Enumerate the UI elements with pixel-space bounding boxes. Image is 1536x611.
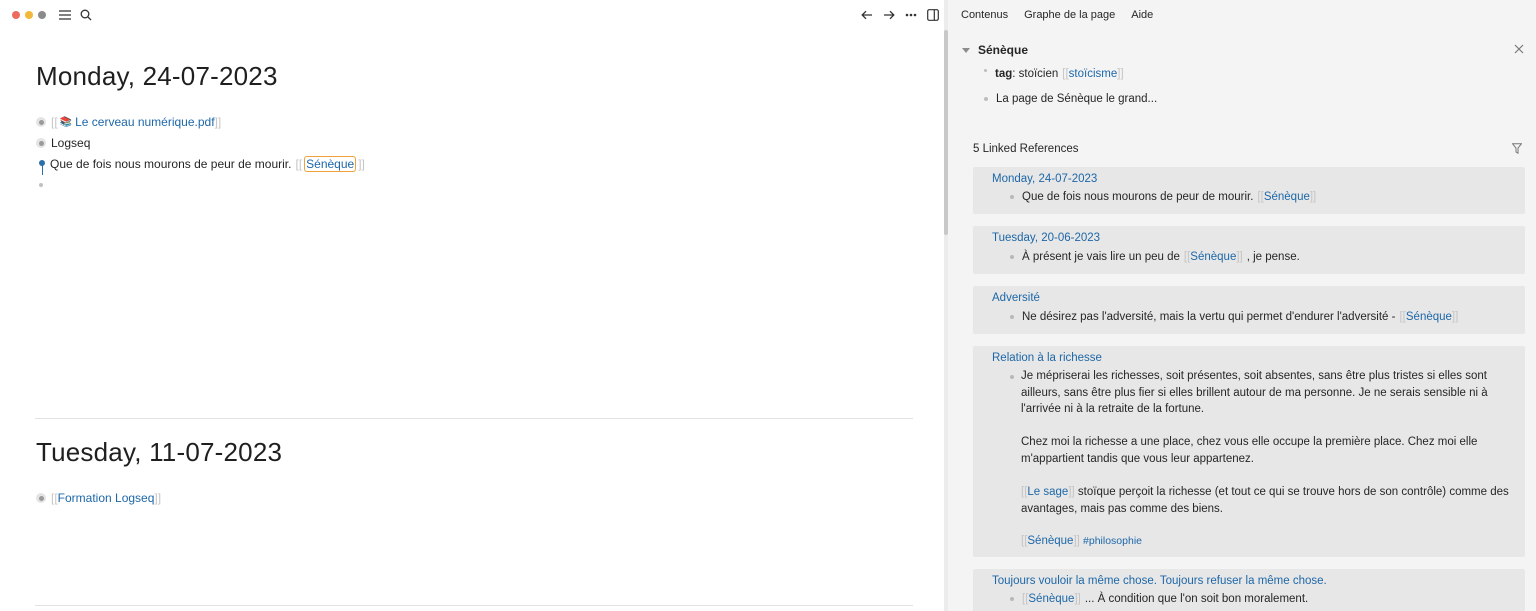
reference-card: Relation à la richesse Je mépriserai les… [973, 346, 1525, 557]
page-link[interactable]: Sénèque [1264, 191, 1310, 203]
block-text[interactable]: stoïque perçoit la richesse (et tout ce … [1021, 486, 1509, 515]
block-bullet[interactable] [36, 180, 46, 190]
block-bullet[interactable] [36, 117, 46, 127]
block-text-suffix[interactable]: , je pense. [1247, 251, 1300, 263]
block-paragraph[interactable]: [[Sénèque]] #philosophie [1021, 533, 1511, 550]
link-bracket: ]] [1309, 191, 1317, 203]
page-link[interactable]: Formation Logseq [58, 491, 155, 505]
book-icon: 📚 [59, 116, 73, 128]
block-bullet[interactable] [1010, 255, 1014, 259]
reference-block[interactable]: [[ Sénèque ]] ... À condition que l'on s… [1010, 591, 1308, 607]
collapse-caret-icon[interactable] [962, 47, 970, 53]
block-paragraph[interactable]: Je mépriserai les richesses, soit présen… [1021, 368, 1511, 418]
reference-title[interactable]: Tuesday, 20-06-2023 [992, 232, 1100, 244]
block[interactable]: Logseq [36, 134, 90, 152]
filter-icon[interactable] [1511, 143, 1523, 155]
arrow-left-icon[interactable] [860, 8, 874, 22]
page-link[interactable]: Le sage [1027, 486, 1068, 498]
link-bracket: [[ [51, 491, 58, 505]
reference-title[interactable]: Monday, 24-07-2023 [992, 173, 1097, 185]
link-bracket: ]] [154, 491, 162, 505]
reference-card: Adversité Ne désirez pas l'adversité, ma… [973, 286, 1525, 334]
block-bullet[interactable] [1010, 375, 1014, 379]
sidebar-page-header[interactable]: Sénèque [962, 42, 1028, 58]
page-link[interactable]: Sénèque [1406, 311, 1452, 323]
block-text[interactable]: À présent je vais lire un peu de [1022, 251, 1180, 263]
page-link-senegue-highlighted[interactable]: Sénèque [304, 156, 357, 172]
link-bracket: [[ [295, 157, 303, 171]
link-bracket: ]] [1073, 535, 1080, 547]
reference-card: Toujours vouloir la même chose. Toujours… [973, 569, 1525, 611]
window-minimize-button[interactable] [25, 11, 33, 19]
tab-aide[interactable]: Aide [1131, 9, 1153, 21]
reference-block[interactable]: À présent je vais lire un peu de [[ Sénè… [1010, 249, 1300, 265]
property-key: tag [995, 68, 1013, 80]
link-bracket: ]] [1117, 68, 1124, 80]
block-text[interactable]: Que de fois nous mourons de peur de mour… [50, 157, 291, 171]
pin-icon [39, 160, 45, 176]
block-text[interactable]: La page de Sénèque le grand... [996, 93, 1157, 105]
block-bullet[interactable] [1010, 195, 1014, 199]
more-icon[interactable] [904, 8, 918, 22]
journal-title[interactable]: Tuesday, 11-07-2023 [36, 437, 282, 468]
link-bracket: ]] [1068, 486, 1075, 498]
search-icon[interactable] [79, 8, 93, 22]
page-properties[interactable]: tag : stoïcien [[ stoïcisme ]] [984, 66, 1124, 82]
page-block[interactable]: La page de Sénèque le grand... [984, 91, 1157, 107]
block-bullet[interactable] [1010, 315, 1014, 319]
block-text[interactable]: Ne désirez pas l'adversité, mais la vert… [1022, 311, 1395, 323]
reference-title[interactable]: Toujours vouloir la même chose. Toujours… [992, 575, 1327, 587]
linked-references-title[interactable]: 5 Linked References [973, 143, 1078, 155]
page-link[interactable]: Sénèque [1027, 535, 1073, 547]
block-text[interactable]: Que de fois nous mourons de peur de mour… [1022, 191, 1253, 203]
top-toolbar [0, 0, 944, 30]
block-bullet[interactable] [36, 493, 46, 503]
sidebar-page-title[interactable]: Sénèque [978, 43, 1028, 57]
sidebar-tabs: Contenus Graphe de la page Aide [948, 0, 1156, 30]
tab-graphe[interactable]: Graphe de la page [1024, 9, 1115, 21]
page-link[interactable]: Le cerveau numérique.pdf [75, 115, 214, 129]
window-close-button[interactable] [12, 11, 20, 19]
block[interactable]: [[ Formation Logseq ]] [36, 489, 161, 507]
block-paragraph[interactable]: [[Le sage]] stoïque perçoit la richesse … [1021, 484, 1511, 517]
block-paragraph[interactable]: Chez moi la richesse a une place, chez v… [1021, 434, 1511, 467]
right-sidebar: Contenus Graphe de la page Aide Sénèque … [948, 0, 1536, 611]
property-bullet [984, 68, 987, 72]
tag-link[interactable]: #philosophie [1083, 535, 1142, 547]
reference-block[interactable]: Que de fois nous mourons de peur de mour… [1010, 189, 1316, 205]
block-text[interactable]: Logseq [51, 136, 90, 150]
tab-contenus[interactable]: Contenus [961, 9, 1008, 21]
sidebar-toggle-icon[interactable] [926, 8, 940, 22]
link-bracket: [[ [51, 115, 58, 129]
block-text[interactable]: ... À condition que l'on soit bon morale… [1085, 593, 1308, 605]
link-bracket: ]] [1236, 251, 1243, 263]
page-link[interactable]: Sénèque [1190, 251, 1236, 263]
block-bullet[interactable] [984, 97, 988, 101]
property-value: stoïcien [1018, 68, 1059, 80]
reference-title[interactable]: Relation à la richesse [992, 352, 1102, 364]
link-bracket: ]] [1451, 311, 1459, 323]
reference-title[interactable]: Adversité [992, 292, 1040, 304]
journal-title[interactable]: Monday, 24-07-2023 [36, 61, 278, 92]
block[interactable]: [[ 📚 Le cerveau numérique.pdf ]] [36, 113, 221, 131]
reference-card: Monday, 24-07-2023 Que de fois nous mour… [973, 167, 1525, 214]
page-link[interactable]: stoïcisme [1069, 68, 1118, 80]
reference-card: Tuesday, 20-06-2023 À présent je vais li… [973, 226, 1525, 274]
menu-icon[interactable] [58, 8, 72, 22]
window-zoom-button[interactable] [38, 11, 46, 19]
block-bullet[interactable] [36, 138, 46, 148]
link-bracket: ]] [1074, 593, 1081, 605]
main-content: Monday, 24-07-2023 [[ 📚 Le cerveau numér… [0, 0, 944, 611]
reference-block[interactable]: Ne désirez pas l'adversité, mais la vert… [1010, 309, 1458, 325]
link-bracket: ]] [358, 157, 365, 171]
close-icon[interactable] [1513, 43, 1525, 55]
arrow-right-icon[interactable] [882, 8, 896, 22]
page-link[interactable]: Sénèque [1028, 593, 1074, 605]
journal-divider [35, 418, 913, 419]
block[interactable]: Que de fois nous mourons de peur de mour… [50, 155, 365, 173]
block-bullet[interactable] [1010, 597, 1014, 601]
journal-divider [35, 605, 913, 606]
link-bracket: ]] [214, 115, 222, 129]
empty-block[interactable] [36, 176, 51, 194]
